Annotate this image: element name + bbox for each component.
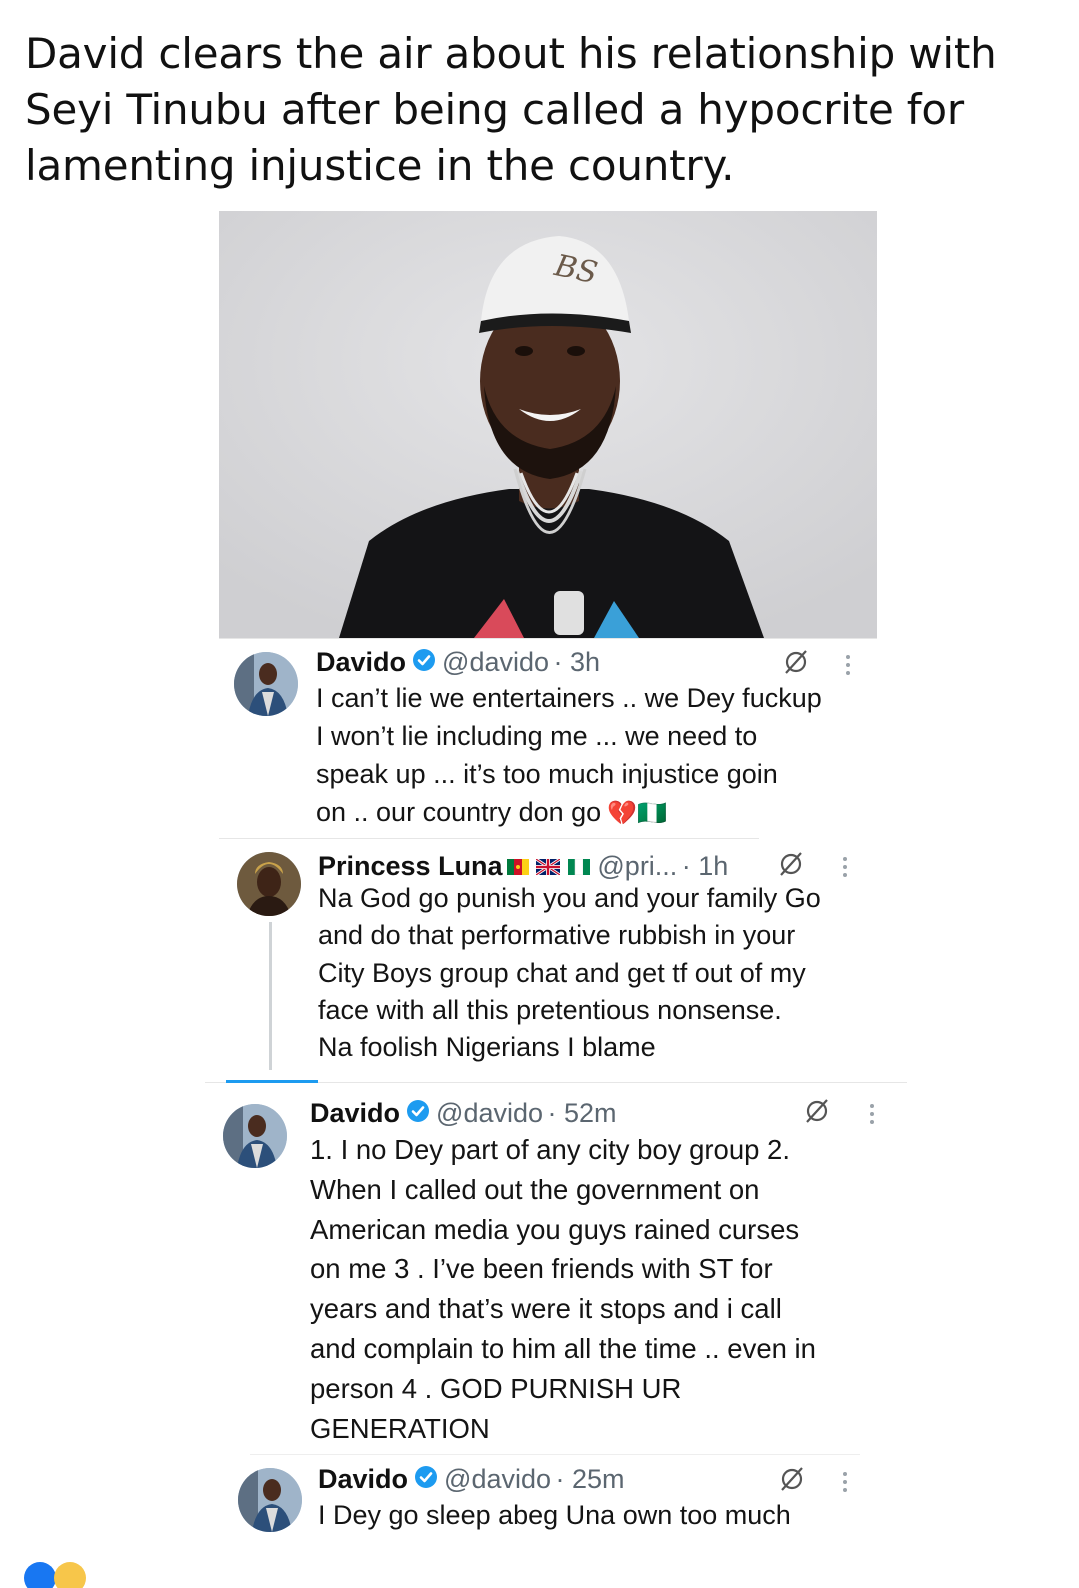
more-options-icon[interactable]	[844, 654, 852, 676]
avatar[interactable]	[234, 652, 298, 716]
post-photo[interactable]: BS	[219, 211, 877, 638]
avatar-image	[223, 1104, 287, 1168]
author-handle[interactable]: @davido	[444, 1464, 551, 1494]
avatar-image	[237, 852, 301, 916]
tweet-time[interactable]: · 1h	[682, 851, 729, 881]
headline: David clears the air about his relations…	[25, 29, 997, 190]
selected-tab-indicator	[226, 1080, 318, 1083]
tweet-text: Na God go punish you and your family Go …	[318, 883, 821, 1063]
avatar-image	[234, 652, 298, 716]
tweet-text: I can’t lie we entertainers .. we Dey fu…	[316, 679, 822, 833]
tweet-time[interactable]: · 25m	[555, 1464, 624, 1494]
grok-icon[interactable]	[778, 1465, 806, 1498]
author-handle[interactable]: @pri...	[597, 851, 677, 881]
emoji: 💔🇳🇬	[607, 800, 667, 827]
tweet-time[interactable]: · 52m	[547, 1098, 616, 1128]
divider	[219, 638, 877, 639]
grok-icon[interactable]	[803, 1097, 831, 1130]
thread-line	[269, 922, 272, 1070]
avatar[interactable]	[237, 852, 301, 916]
author-name[interactable]: Davido	[310, 1098, 400, 1128]
divider	[219, 838, 759, 839]
grok-icon[interactable]	[782, 648, 810, 681]
like-reaction-icon	[24, 1562, 86, 1588]
grok-icon[interactable]	[777, 850, 805, 883]
tweet-time[interactable]: · 3h	[553, 647, 600, 677]
more-options-icon[interactable]	[868, 1103, 876, 1125]
author-name[interactable]: Davido	[318, 1464, 408, 1494]
author-name[interactable]: Davido	[316, 647, 406, 677]
author-handle[interactable]: @davido	[436, 1098, 543, 1128]
author-name[interactable]: Princess Luna	[318, 851, 503, 881]
avatar-image	[238, 1468, 302, 1532]
portrait-illustration: BS	[219, 211, 877, 638]
reaction-icons[interactable]	[22, 1556, 122, 1588]
avatar[interactable]	[223, 1104, 287, 1168]
author-handle[interactable]: @davido	[442, 647, 549, 677]
tweet-text-content: I can’t lie we entertainers .. we Dey fu…	[316, 683, 822, 827]
more-options-icon[interactable]	[841, 1471, 849, 1493]
divider	[250, 1454, 860, 1455]
tweet-text: 1. I no Dey part of any city boy group 2…	[310, 1134, 816, 1444]
avatar[interactable]	[238, 1468, 302, 1532]
tweet-text: I Dey go sleep abeg Una own too much	[318, 1500, 791, 1530]
more-options-icon[interactable]	[841, 856, 849, 878]
